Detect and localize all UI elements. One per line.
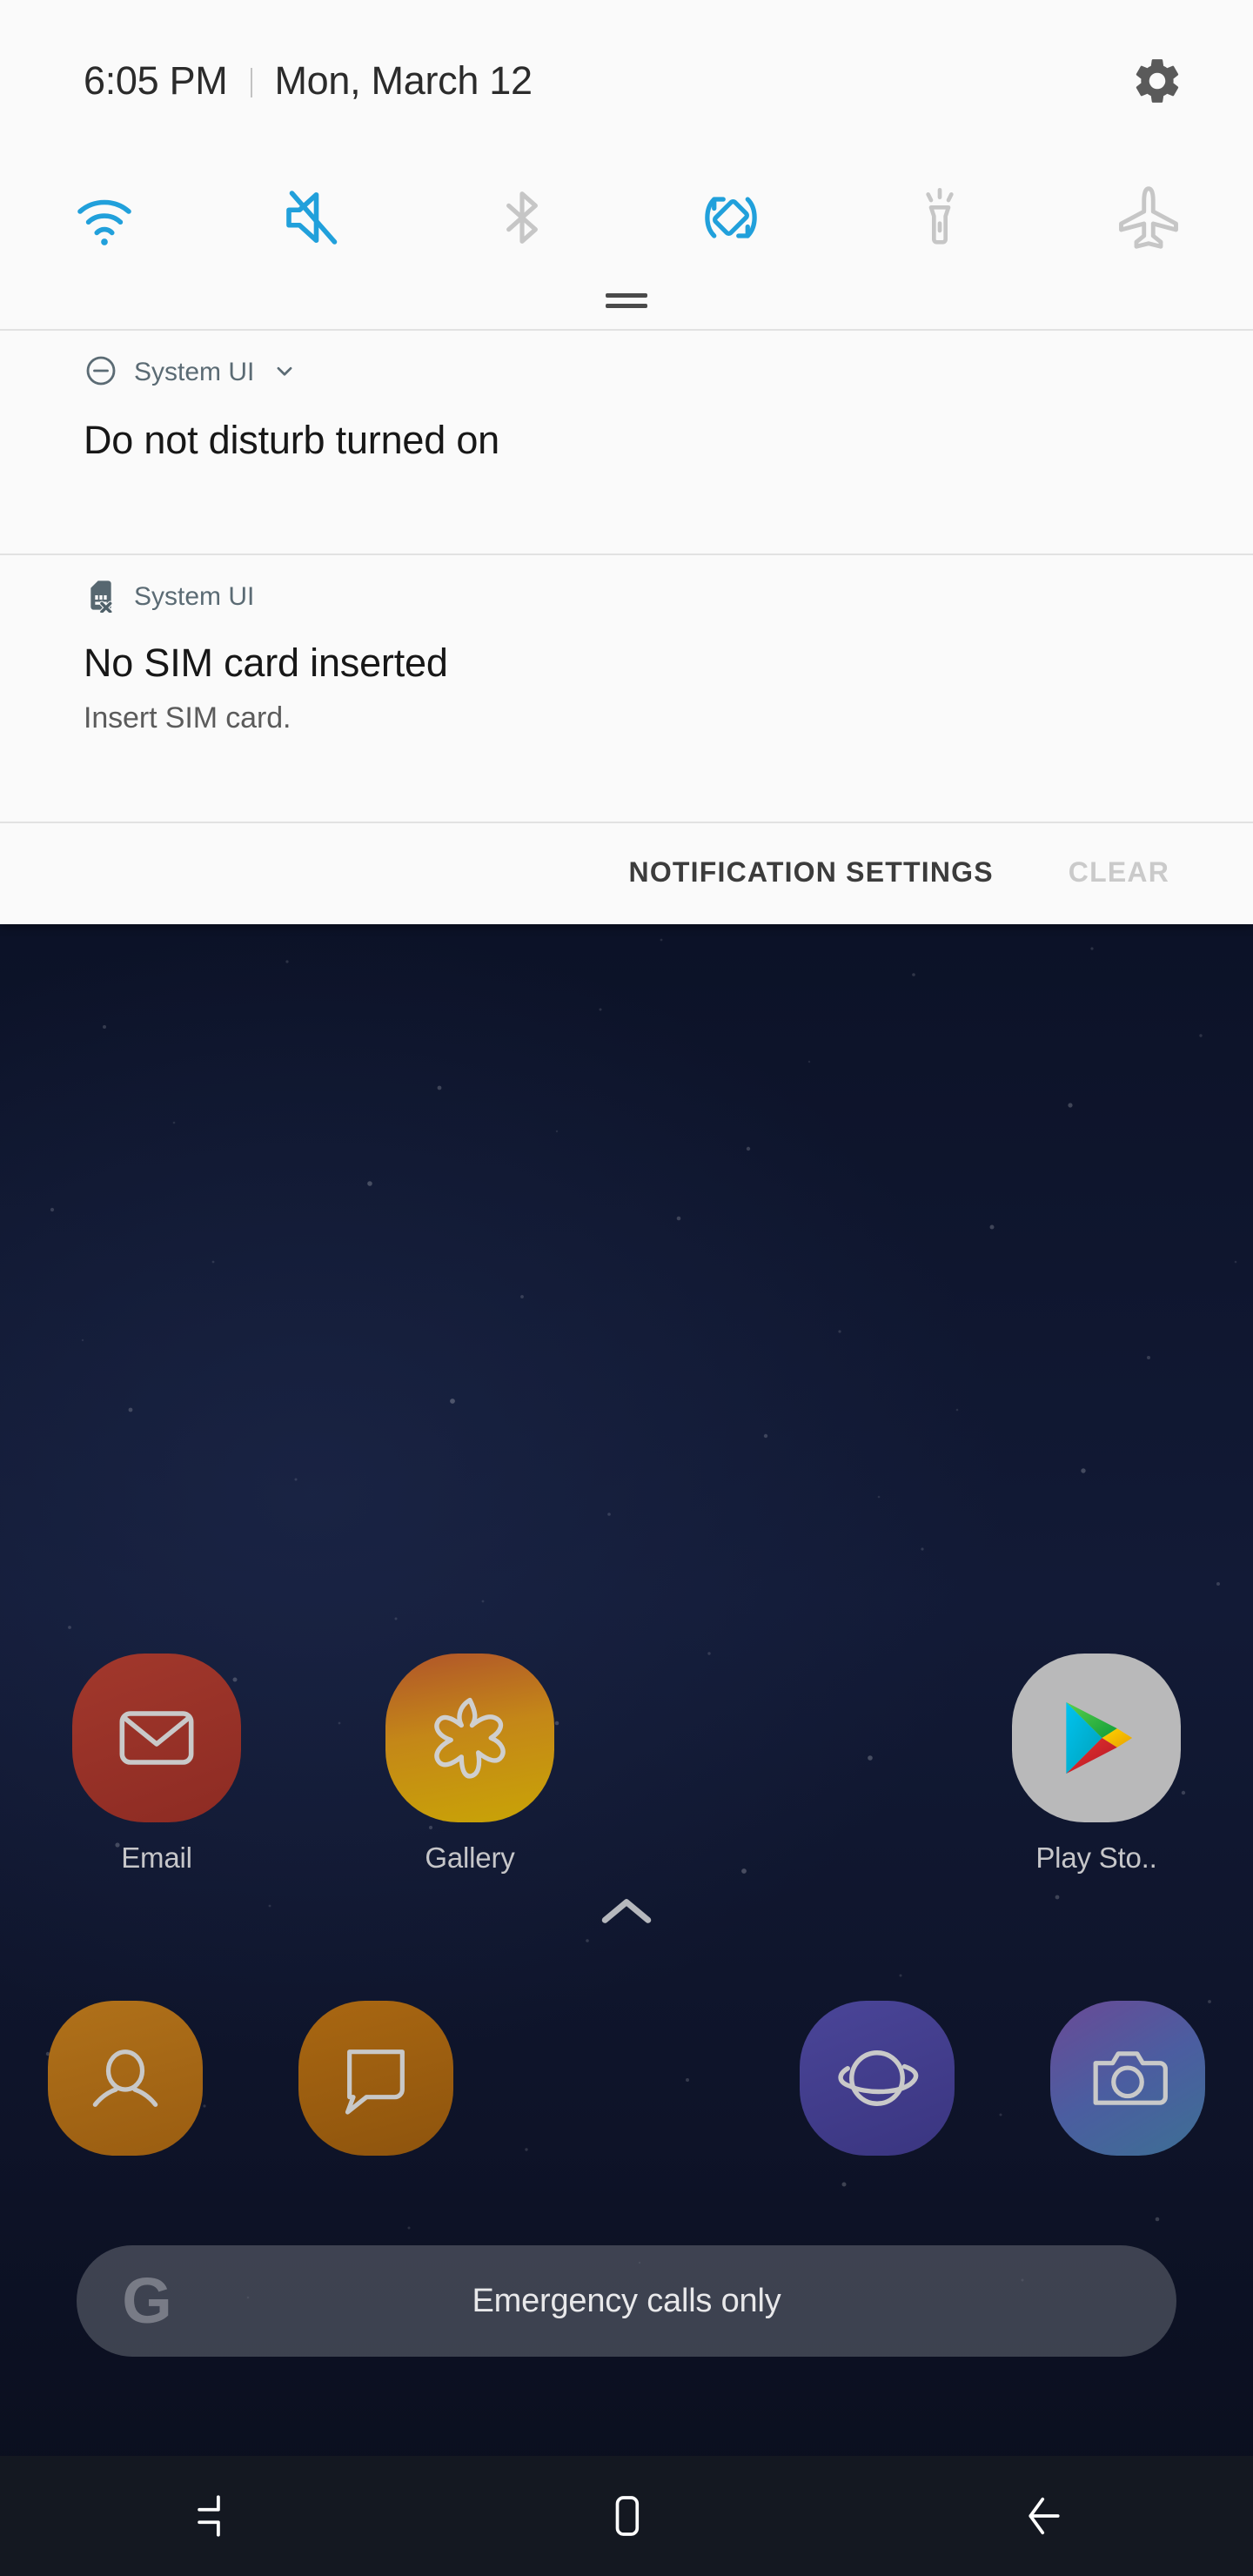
dock-app-contacts[interactable] — [0, 1991, 251, 2165]
notification-row-sim[interactable]: System UI No SIM card inserted Insert SI… — [0, 574, 1253, 735]
email-app-icon-wrap — [72, 1654, 241, 1822]
emergency-calls-text: Emergency calls only — [472, 2282, 781, 2319]
email-icon — [72, 1654, 241, 1822]
shade-header: 6:05 PM Mon, March 12 — [0, 0, 1253, 162]
app-drawer-button[interactable] — [0, 1869, 1253, 1953]
bluetooth-icon — [506, 191, 538, 244]
nav-recents-button[interactable] — [0, 2456, 418, 2576]
divider-middle — [0, 553, 1253, 555]
nav-home-button[interactable] — [418, 2456, 835, 2576]
no-sim-card-icon — [84, 578, 118, 617]
dock-app-camera[interactable] — [1002, 1991, 1253, 2165]
app-email[interactable]: Email — [0, 1654, 313, 1875]
qs-tile-sound[interactable] — [209, 162, 418, 273]
clock-block: 6:05 PM Mon, March 12 — [84, 58, 533, 104]
messages-icon — [298, 2001, 453, 2156]
clock-separator — [250, 68, 252, 97]
app-gallery[interactable]: Gallery — [313, 1654, 626, 1875]
status-time: 6:05 PM — [84, 58, 228, 103]
mute-icon — [286, 191, 338, 245]
navigation-bar — [0, 2456, 1253, 2576]
dock-app-messages[interactable] — [251, 1991, 501, 2165]
notification-body-sim: Insert SIM card. — [84, 701, 291, 735]
settings-button[interactable] — [1124, 48, 1190, 114]
home-icon — [615, 2496, 640, 2536]
gallery-icon — [385, 1654, 554, 1822]
gallery-app-icon-wrap — [385, 1654, 554, 1822]
quick-settings-row — [0, 162, 1253, 273]
camera-icon — [1050, 2001, 1205, 2156]
notification-app-name-sim: System UI — [134, 582, 255, 611]
qs-tile-flashlight[interactable] — [835, 162, 1044, 273]
contacts-icon — [48, 2001, 203, 2156]
notification-title-sim: No SIM card inserted — [84, 641, 448, 685]
app-play-store[interactable]: Play Sto.. — [940, 1654, 1253, 1875]
notification-shade: 6:05 PM Mon, March 12 System UI Do not d… — [0, 0, 1253, 924]
qs-tile-airplane[interactable] — [1044, 162, 1253, 273]
dock-slot-empty — [501, 1991, 752, 2165]
recents-icon — [198, 2495, 220, 2537]
dock-row — [0, 1991, 1253, 2165]
flashlight-icon — [926, 188, 954, 245]
shade-drag-handle[interactable] — [0, 273, 1253, 327]
divider-top — [0, 329, 1253, 331]
notification-title-dnd: Do not disturb turned on — [84, 418, 500, 462]
notification-header-sim: System UI — [84, 574, 1169, 620]
airplane-icon — [1119, 186, 1178, 249]
qs-tile-wifi[interactable] — [0, 162, 209, 273]
nav-back-button[interactable] — [835, 2456, 1253, 2576]
dock-app-internet[interactable] — [752, 1991, 1002, 2165]
gear-icon — [1136, 59, 1179, 103]
notification-settings-button[interactable]: NOTIFICATION SETTINGS — [629, 856, 994, 889]
play-store-icon — [1012, 1654, 1181, 1822]
google-search-bar[interactable]: G Emergency calls only — [77, 2245, 1176, 2357]
home-app-row: Email Gallery Play Sto.. — [0, 1654, 1253, 1875]
do-not-disturb-icon — [84, 353, 118, 392]
wifi-icon — [77, 199, 131, 245]
notification-action-bar: NOTIFICATION SETTINGS CLEAR — [0, 823, 1253, 921]
notification-app-name-dnd: System UI — [134, 358, 255, 386]
qs-tile-bluetooth[interactable] — [418, 162, 626, 273]
back-icon — [1029, 2497, 1060, 2535]
clear-all-button[interactable]: CLEAR — [1069, 856, 1169, 889]
app-slot-empty — [626, 1654, 940, 1875]
qs-tile-auto-rotate[interactable] — [626, 162, 835, 273]
notification-header-dnd: System UI — [84, 350, 1169, 395]
chevron-down-icon[interactable] — [270, 356, 299, 390]
status-date: Mon, March 12 — [274, 58, 533, 103]
notification-row-dnd[interactable]: System UI Do not disturb turned on — [0, 350, 1253, 463]
play-store-app-icon-wrap — [1012, 1654, 1181, 1822]
drag-handle-icon — [606, 292, 647, 308]
chevron-up-icon — [601, 1899, 652, 1923]
phone-screen: Email Gallery Play Sto.. G Emergency cal… — [0, 0, 1253, 2576]
auto-rotate-icon — [705, 197, 757, 238]
internet-icon — [800, 2001, 955, 2156]
